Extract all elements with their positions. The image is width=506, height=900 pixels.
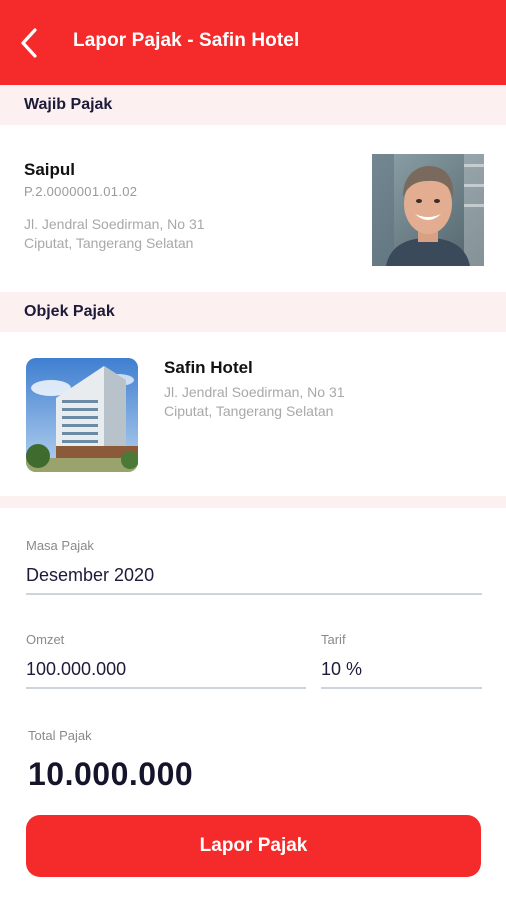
total-pajak-value: 10.000.000: [28, 756, 194, 792]
masa-pajak-underline: [26, 593, 482, 595]
hotel-name: Safin Hotel: [164, 358, 253, 377]
masa-pajak-field[interactable]: Desember 2020: [26, 565, 154, 586]
taxpayer-id: P.2.0000001.01.02: [24, 184, 138, 199]
hotel-address-line2: Ciputat, Tangerang Selatan: [164, 403, 334, 419]
masa-pajak-label: Masa Pajak: [26, 538, 94, 553]
lapor-pajak-button[interactable]: Lapor Pajak: [26, 815, 481, 877]
taxpayer-address-line1: Jl. Jendral Soedirman, No 31: [24, 216, 205, 232]
omzet-label: Omzet: [26, 632, 65, 647]
taxpayer-address-line2: Ciputat, Tangerang Selatan: [24, 235, 194, 251]
hotel-photo: [26, 358, 138, 472]
tarif-label: Tarif: [321, 632, 346, 647]
section-header-objek-pajak: Objek Pajak: [0, 292, 506, 332]
back-button[interactable]: [12, 24, 46, 62]
section-header-wajib-pajak: Wajib Pajak: [0, 85, 506, 125]
page-title: Lapor Pajak - Safin Hotel: [73, 30, 300, 51]
section-divider: [0, 496, 506, 508]
chevron-left-icon: [21, 28, 37, 58]
tarif-underline: [321, 687, 482, 689]
taxpayer-photo: [372, 154, 484, 266]
hotel-address-line1: Jl. Jendral Soedirman, No 31: [164, 384, 345, 400]
app-bar: Lapor Pajak - Safin Hotel: [0, 0, 506, 85]
total-pajak-label: Total Pajak: [28, 728, 92, 743]
taxpayer-name: Saipul: [24, 160, 76, 179]
tarif-field[interactable]: 10 %: [321, 659, 362, 680]
omzet-field[interactable]: 100.000.000: [26, 659, 126, 680]
omzet-underline: [26, 687, 306, 689]
